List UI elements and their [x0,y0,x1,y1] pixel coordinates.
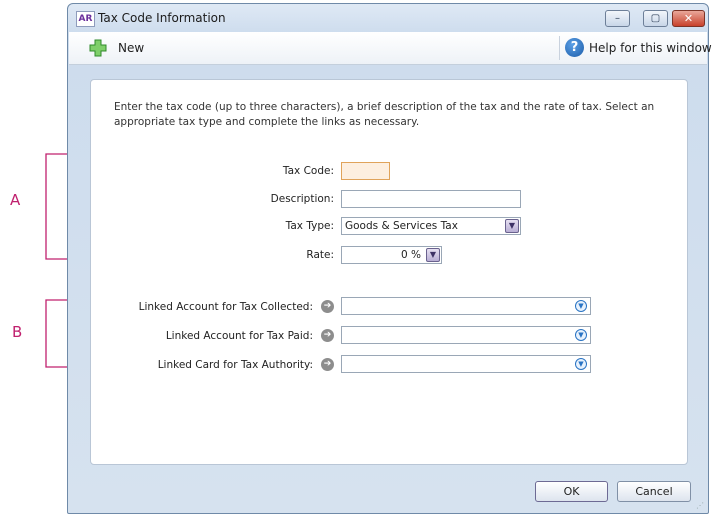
arrow-right-icon[interactable]: ➔ [321,329,334,342]
tax-code-input[interactable] [341,162,390,180]
linked-authority-select[interactable]: ▼ [341,355,591,373]
instructions-text: Enter the tax code (up to three characte… [114,101,655,128]
chevron-down-icon[interactable]: ▼ [575,300,587,312]
help-icon: ? [565,38,584,57]
resize-grip-icon[interactable]: ⋰ [696,501,706,511]
ok-button[interactable]: OK [535,481,608,502]
description-input[interactable] [341,190,521,208]
rate-input[interactable]: 0 % ▼ [341,246,442,264]
new-button[interactable]: New [89,37,169,59]
linked-authority-label: Linked Card for Tax Authority: [157,359,313,371]
linked-collected-label: Linked Account for Tax Collected: [138,301,313,313]
tax-type-value: Goods & Services Tax [345,220,458,232]
cancel-button[interactable]: Cancel [617,481,691,502]
linked-paid-select[interactable]: ▼ [341,326,591,344]
new-label: New [118,41,145,55]
maximize-button[interactable]: ▢ [643,10,668,27]
toolbar-divider [559,36,560,60]
description-label: Description: [270,193,334,205]
window-title: Tax Code Information [98,11,226,25]
chevron-down-icon[interactable]: ▼ [426,248,440,262]
maximize-icon: ▢ [650,13,661,24]
title-bar: AR Tax Code Information – ▢ ✕ [68,4,708,32]
app-icon: AR [76,11,95,27]
tax-code-label: Tax Code: [282,165,334,177]
tax-code-window: AR Tax Code Information – ▢ ✕ New ? Help… [67,3,712,514]
form-panel: Enter the tax code (up to three characte… [90,79,688,465]
linked-paid-label: Linked Account for Tax Paid: [165,330,313,342]
plus-icon [89,39,107,57]
arrow-right-icon[interactable]: ➔ [321,358,334,371]
rate-label: Rate: [306,249,334,261]
callout-b: B [12,323,23,341]
linked-collected-select[interactable]: ▼ [341,297,591,315]
minimize-icon: – [615,13,620,24]
chevron-down-icon[interactable]: ▼ [575,329,587,341]
chevron-down-icon[interactable]: ▼ [575,358,587,370]
help-button[interactable]: ? Help for this window [565,36,712,60]
toolbar: New ? Help for this window [69,32,712,65]
tax-type-label: Tax Type: [285,220,334,232]
minimize-button[interactable]: – [605,10,630,27]
callout-a: A [10,191,21,209]
arrow-right-icon[interactable]: ➔ [321,300,334,313]
rate-value: 0 % [401,249,421,261]
help-label: Help for this window [589,41,712,55]
close-button[interactable]: ✕ [672,10,705,27]
close-icon: ✕ [683,12,694,25]
chevron-down-icon[interactable]: ▼ [505,219,519,233]
tax-type-select[interactable]: Goods & Services Tax ▼ [341,217,521,235]
